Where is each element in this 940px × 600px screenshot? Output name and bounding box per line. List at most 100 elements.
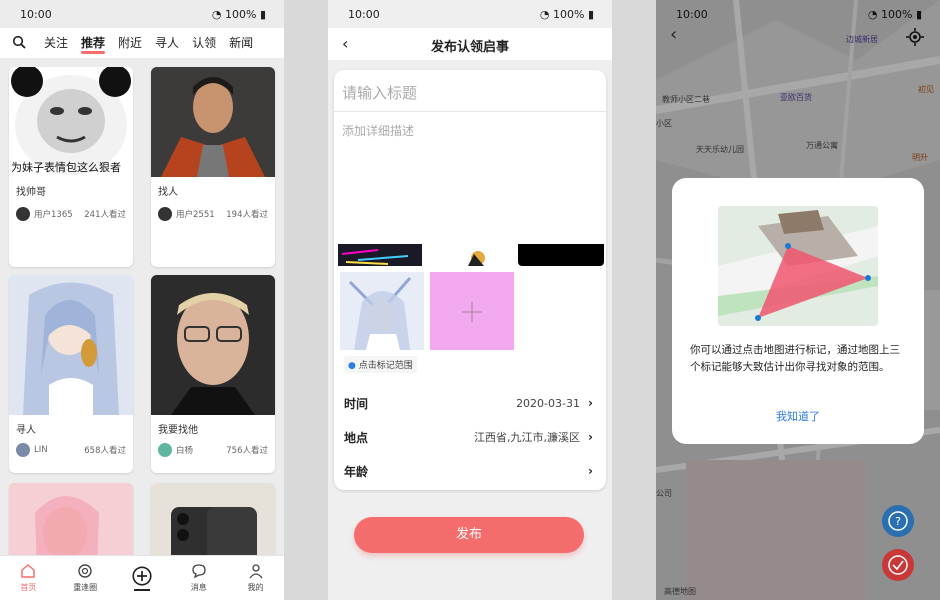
feed-grid: 为妹子表情包这么狠者 找帅哥 用户1365 241人看过 找人 用户2551 1…	[0, 62, 284, 555]
status-bar: 10:00 ◔ 100% ▮	[328, 0, 612, 28]
location-row[interactable]: 地点 江西省,九江市,濂溪区 ›	[344, 420, 596, 454]
wifi-icon: ◔	[539, 8, 550, 21]
tab-recommend[interactable]: 推荐	[81, 34, 106, 54]
card-title: 找人	[158, 187, 178, 198]
location-label: 地点	[344, 430, 369, 445]
age-row[interactable]: 年龄 ›	[344, 454, 596, 488]
location-value: 江西省,九江市,濂溪区	[474, 431, 580, 444]
card-image	[151, 483, 275, 555]
poi-label: 明升	[912, 153, 928, 162]
feed-screen: 10:00 ◔ 100% ▮ 关注 推荐 附近 寻人 认领 新闻 为妹子表情包这…	[0, 0, 284, 600]
add-image-button[interactable]	[430, 272, 514, 350]
check-icon	[888, 555, 908, 575]
feed-card[interactable]	[151, 483, 275, 555]
battery-percent: 100%	[880, 8, 913, 21]
map-screen: 边城新居 亚欧百货 初见 教师小区二巷 小区 天天乐幼儿园 万通公寓 明升 公司…	[656, 0, 940, 600]
avatar	[158, 207, 172, 221]
poi-label: 公司	[656, 489, 672, 498]
nav-profile[interactable]: 我的	[227, 556, 284, 600]
mark-range-button[interactable]: ● 点击标记范围	[344, 356, 417, 373]
back-icon[interactable]: ‹	[670, 24, 677, 45]
circle-icon	[78, 564, 92, 578]
tab-follow[interactable]: 关注	[44, 34, 68, 51]
card-image	[9, 275, 133, 415]
poi-label: 小区	[656, 119, 672, 128]
publish-button[interactable]: 发布	[354, 517, 584, 553]
card-image	[9, 483, 133, 555]
publish-header: ‹ 发布认领启事	[328, 28, 612, 60]
plus-icon	[462, 302, 482, 322]
question-icon: ?	[888, 511, 908, 531]
time-value: 2020-03-31	[516, 396, 580, 410]
card-title: 我要找他	[158, 425, 198, 436]
page-title: 发布认领启事	[430, 40, 509, 55]
tab-search-person[interactable]: 寻人	[155, 34, 179, 51]
tip-illustration	[718, 206, 878, 326]
help-button[interactable]: ?	[882, 505, 914, 537]
profile-icon	[249, 564, 263, 579]
battery-percent: 100%	[552, 8, 585, 21]
publish-form: 请输入标题 添加详细描述 ● 点击标记范围 时间 2020-03-31 › 地点…	[334, 70, 606, 490]
battery-icon: ▮	[587, 8, 594, 21]
amap-logo: 高德地图	[664, 587, 696, 596]
time-row[interactable]: 时间 2020-03-31 ›	[344, 386, 596, 420]
search-icon[interactable]	[12, 35, 26, 49]
card-image: 为妹子表情包这么狠者	[9, 67, 133, 177]
tab-news[interactable]: 新闻	[229, 34, 253, 51]
chevron-right-icon: ›	[588, 464, 593, 478]
description-input[interactable]: 添加详细描述	[342, 122, 414, 139]
locate-icon[interactable]	[906, 28, 924, 46]
location-pin-icon: ●	[348, 361, 356, 371]
avatar	[16, 207, 30, 221]
tip-message: 你可以通过点击地图进行标记，通过地图上三个标记能够大致估计出你寻找对象的范围。	[690, 344, 900, 373]
nav-reunion-circle[interactable]: 重逢圈	[57, 556, 114, 600]
title-input[interactable]: 请输入标题	[334, 70, 606, 112]
feed-card[interactable]: 为妹子表情包这么狠者 找帅哥 用户1365 241人看过	[9, 67, 133, 267]
card-image	[151, 67, 275, 177]
publish-screen: 10:00 ◔ 100% ▮ ‹ 发布认领启事 请输入标题 添加详细描述 ● 点…	[328, 0, 612, 600]
nav-home[interactable]: 首页	[0, 556, 57, 600]
feed-card[interactable]: 寻人 LIN 658人看过	[9, 275, 133, 473]
card-image	[151, 275, 275, 415]
battery-icon: ▮	[259, 8, 266, 21]
tab-nearby[interactable]: 附近	[118, 34, 142, 51]
poi-label: 天天乐幼儿园	[696, 145, 744, 154]
nav-messages[interactable]: 消息	[170, 556, 227, 600]
uploaded-image[interactable]	[518, 244, 604, 266]
uploaded-image[interactable]	[428, 244, 512, 266]
feed-card[interactable]: 找人 用户2551 194人看过	[151, 67, 275, 267]
status-time: 10:00	[348, 8, 380, 21]
poi-label: 初见	[918, 85, 934, 94]
card-views: 756人看过	[226, 446, 268, 456]
age-label: 年龄	[344, 464, 369, 479]
card-user: 白杨	[176, 446, 194, 456]
poi-label: 亚欧百货	[780, 93, 812, 102]
battery-icon: ▮	[915, 8, 922, 21]
chevron-right-icon: ›	[588, 396, 593, 410]
svg-text:?: ?	[895, 515, 901, 528]
avatar	[16, 443, 30, 457]
uploaded-image[interactable]	[340, 272, 424, 350]
card-views: 241人看过	[84, 210, 126, 220]
uploaded-images-row	[338, 244, 604, 266]
tab-claim[interactable]: 认领	[192, 34, 216, 51]
card-user: 用户1365	[34, 210, 73, 220]
card-title: 寻人	[16, 425, 36, 436]
avatar	[158, 443, 172, 457]
home-icon	[21, 564, 36, 578]
got-it-button[interactable]: 我知道了	[672, 408, 924, 424]
confirm-mark-button[interactable]	[882, 549, 914, 581]
time-label: 时间	[344, 396, 369, 411]
category-tabs: 关注 推荐 附近 寻人 认领 新闻	[44, 34, 253, 54]
feed-card[interactable]	[9, 483, 133, 555]
card-user: LIN	[34, 445, 48, 455]
poi-label: 万通公寓	[806, 141, 838, 150]
nav-add[interactable]	[114, 556, 171, 600]
top-nav: 关注 推荐 附近 寻人 认领 新闻	[0, 28, 284, 58]
map-header: ‹	[656, 24, 940, 54]
bottom-nav: 首页 重逢圈 消息 我的	[0, 555, 284, 600]
card-user: 用户2551	[176, 210, 215, 220]
battery-percent: 100%	[224, 8, 257, 21]
uploaded-image[interactable]	[338, 244, 422, 266]
feed-card[interactable]: 我要找他 白杨 756人看过	[151, 275, 275, 473]
